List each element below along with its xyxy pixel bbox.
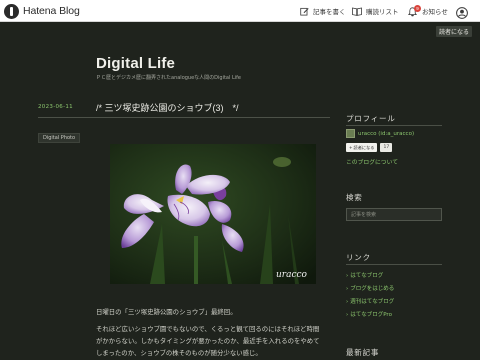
link-weekly-hatena[interactable]: 週刊はてなブログ [346,297,394,305]
follow-row: + 読者になる 17 [346,143,393,152]
hatena-logo-icon [4,3,19,19]
entry-paragraph-3: がかからない。しかもタイミングが悪かったのか、最近手を入れるのをやめて [96,337,320,345]
blog-description: ＰＣ歴とデジカメ歴に翻弄されたanalogueな人間のDigital Life [96,75,241,81]
user-icon [456,7,468,19]
iris-photo-image: uracco [110,144,316,284]
notifications-label: お知らせ [422,9,448,16]
profile-avatar [346,129,355,138]
notifications-button[interactable]: 9 お知らせ [408,3,448,19]
follow-button[interactable]: + 読者になる [346,143,378,152]
entry-paragraph-1: 日曜日の「三ツ塚史跡公園のショウブ」最終回。 [96,308,237,316]
profile-divider [346,125,442,126]
entry-divider [38,117,330,118]
write-article-button[interactable]: 記事を書く [300,3,346,19]
global-header: Hatena Blog 記事を書く 購読リスト 9 お知らせ [0,0,480,22]
link-start-blog[interactable]: ブログをはじめる [346,284,394,292]
about-blog-link[interactable]: このブログについて [346,157,398,166]
entry-paragraph-4: しまったのか、ショウブの株そのものが随分少ない感じ。 [96,349,262,357]
book-icon [352,7,362,16]
logo-text: Hatena Blog [23,5,80,17]
pencil-icon [300,7,309,16]
reading-list-label: 購読リスト [366,9,399,16]
entry-paragraph-2: それほど広いショウブ園でもないので、くるっと観て回るのにはそれほど時間 [96,325,320,333]
recent-entries-heading: 最新記事 [346,348,380,357]
plus-icon: + [349,145,353,150]
search-input[interactable]: 記事を検索 [346,208,442,221]
entry-photo[interactable]: uracco [110,144,316,284]
profile-name[interactable]: uracco (id:a_uracco) [358,131,414,137]
reading-list-button[interactable]: 購読リスト [352,3,399,19]
profile-row[interactable]: uracco (id:a_uracco) [346,129,414,138]
search-heading: 検索 [346,193,363,202]
write-article-label: 記事を書く [313,9,346,16]
notification-badge: 9 [414,4,421,12]
profile-heading: プロフィール [346,114,396,123]
entry-date[interactable]: 2023-06-11 [38,104,73,110]
follow-label: 読者になる [353,144,375,150]
links-heading: リンク [346,253,371,262]
user-menu-button[interactable] [456,4,468,23]
follower-count: 17 [380,143,393,152]
category-tag[interactable]: Digital Photo [38,133,81,143]
subscribe-button[interactable]: 読者になる [436,26,472,37]
link-hatena-blog[interactable]: はてなブログ [346,271,383,279]
bell-icon-wrap: 9 [408,4,421,17]
link-hatena-pro[interactable]: はてなブログPro [346,310,392,318]
blog-title[interactable]: Digital Life [96,55,175,72]
hatena-blog-logo[interactable]: Hatena Blog [4,3,80,19]
entry-title[interactable]: /* 三ツ塚史跡公園のショウブ(3) */ [96,101,239,114]
entry: 2023-06-11 /* 三ツ塚史跡公園のショウブ(3) */ Digital… [36,100,330,360]
links-divider [346,264,442,265]
photo-watermark: uracco [276,270,308,280]
